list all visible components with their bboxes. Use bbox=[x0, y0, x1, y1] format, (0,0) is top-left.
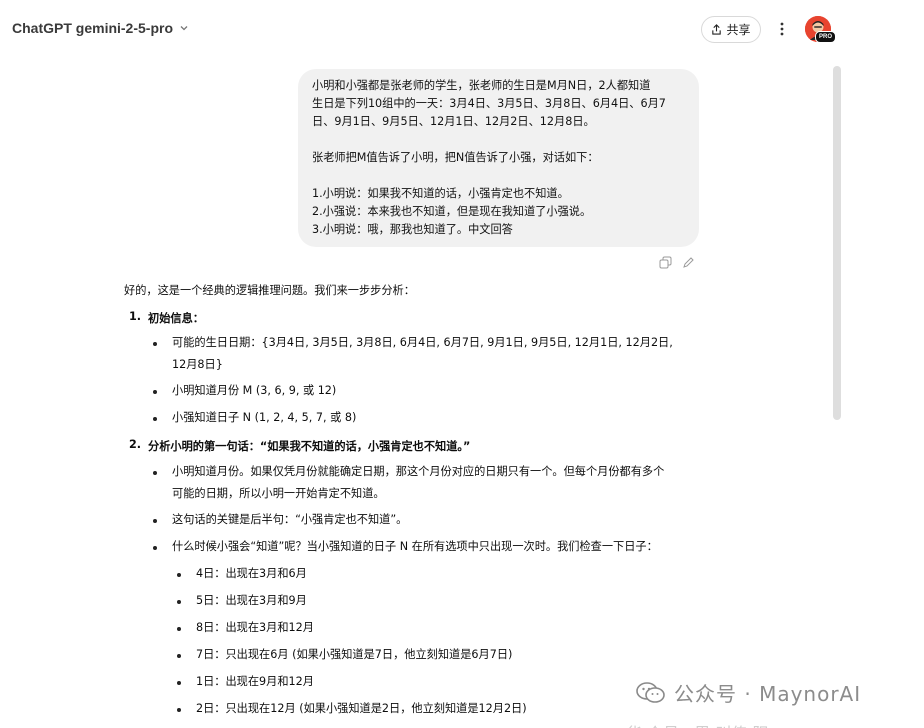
bullet-dot bbox=[153, 417, 157, 421]
edit-button[interactable] bbox=[682, 254, 695, 268]
bullet-dot bbox=[153, 471, 157, 475]
model-switcher[interactable]: ChatGPT gemini-2-5-pro bbox=[12, 20, 189, 36]
watermark-partial: 华 介号 · 思 叫传 阳 bbox=[626, 720, 769, 728]
bullet-dot bbox=[153, 519, 157, 523]
sub-bullet-dot bbox=[177, 573, 181, 577]
section-number: 2. bbox=[129, 438, 142, 451]
pro-badge: PRO bbox=[815, 31, 837, 43]
pencil-icon bbox=[683, 257, 694, 268]
list-item: 小强知道日子 N (1, 2, 4, 5, 7, 或 8) bbox=[172, 411, 357, 424]
list-item: 这句话的关键是后半句：“小强肯定也不知道”。 bbox=[172, 513, 408, 526]
sub-list-item: 8日：出现在3月和12月 bbox=[196, 621, 314, 634]
more-options-button[interactable] bbox=[773, 18, 791, 40]
scrollbar-thumb[interactable] bbox=[833, 66, 841, 420]
sub-list-item: 1日：出现在9月和12月 bbox=[196, 675, 314, 688]
watermark-text: 公众号 · MaynorAI bbox=[674, 682, 862, 706]
user-message-bubble: 小明和小强都是张老师的学生，张老师的生日是M月N日，2人都知道 生日是下列10组… bbox=[298, 69, 699, 247]
list-item: 小明知道月份 M (3, 6, 9, 或 12) bbox=[172, 384, 337, 397]
message-actions bbox=[659, 254, 695, 269]
list-item: 什么时候小强会“知道”呢？当小强知道的日子 N 在所有选项中只出现一次时。我们检… bbox=[172, 540, 658, 553]
section-heading: 分析小明的第一句话：“如果我不知道的话，小强肯定也不知道。” bbox=[148, 440, 471, 453]
sub-bullet-dot bbox=[177, 654, 181, 658]
sub-list-item: 4日：出现在3月和6月 bbox=[196, 567, 307, 580]
list-item-continuation: 可能的日期，所以小明一开始肯定不知道。 bbox=[172, 487, 385, 500]
share-label: 共享 bbox=[726, 23, 751, 37]
copy-button[interactable] bbox=[659, 254, 672, 269]
sub-list-item: 5日：出现在3月和9月 bbox=[196, 594, 307, 607]
bullet-dot bbox=[153, 342, 157, 346]
bullet-dot bbox=[153, 390, 157, 394]
section-number: 1. bbox=[129, 310, 142, 323]
copy-icon bbox=[659, 256, 672, 269]
watermark: 公众号 · MaynorAI bbox=[636, 678, 861, 707]
share-button[interactable]: 共享 bbox=[701, 16, 761, 43]
sub-bullet-dot bbox=[177, 627, 181, 631]
model-name: ChatGPT gemini-2-5-pro bbox=[12, 20, 174, 36]
list-item-continuation: 12月8日} bbox=[172, 358, 223, 371]
avatar[interactable]: PRO bbox=[805, 16, 837, 43]
sub-bullet-dot bbox=[177, 681, 181, 685]
sub-list-item: 7日：只出现在6月 (如果小强知道是7日，他立刻知道是6月7日) bbox=[196, 648, 513, 661]
wechat-icon bbox=[636, 681, 665, 703]
more-vertical-icon bbox=[780, 22, 784, 36]
section-heading: 初始信息： bbox=[148, 312, 204, 325]
list-item: 小明知道月份。如果仅凭月份就能确定日期，那这个月份对应的日期只有一个。但每个月份… bbox=[172, 465, 665, 478]
user-message-paragraph: 1.小明说：如果我不知道的话，小强肯定也不知道。 2.小强说：本来我也不知道，但… bbox=[312, 187, 592, 236]
sub-bullet-dot bbox=[177, 600, 181, 604]
bullet-dot bbox=[153, 546, 157, 550]
top-bar: ChatGPT gemini-2-5-pro 共享 PRO bbox=[0, 0, 924, 58]
user-message-paragraph: 小明和小强都是张老师的学生，张老师的生日是M月N日，2人都知道 生日是下列10组… bbox=[312, 79, 666, 128]
assistant-intro: 好的，这是一个经典的逻辑推理问题。我们来一步步分析： bbox=[124, 284, 415, 297]
share-icon bbox=[712, 24, 722, 35]
list-item: 可能的生日日期：{3月4日, 3月5日, 3月8日, 6月4日, 6月7日, 9… bbox=[172, 336, 673, 349]
chevron-down-icon bbox=[180, 26, 188, 31]
sub-bullet-dot bbox=[177, 708, 181, 712]
user-message-paragraph: 张老师把M值告诉了小明，把N值告诉了小强，对话如下： bbox=[312, 151, 599, 164]
sub-list-item: 2日：只出现在12月 (如果小强知道是2日，他立刻知道是12月2日) bbox=[196, 702, 527, 715]
